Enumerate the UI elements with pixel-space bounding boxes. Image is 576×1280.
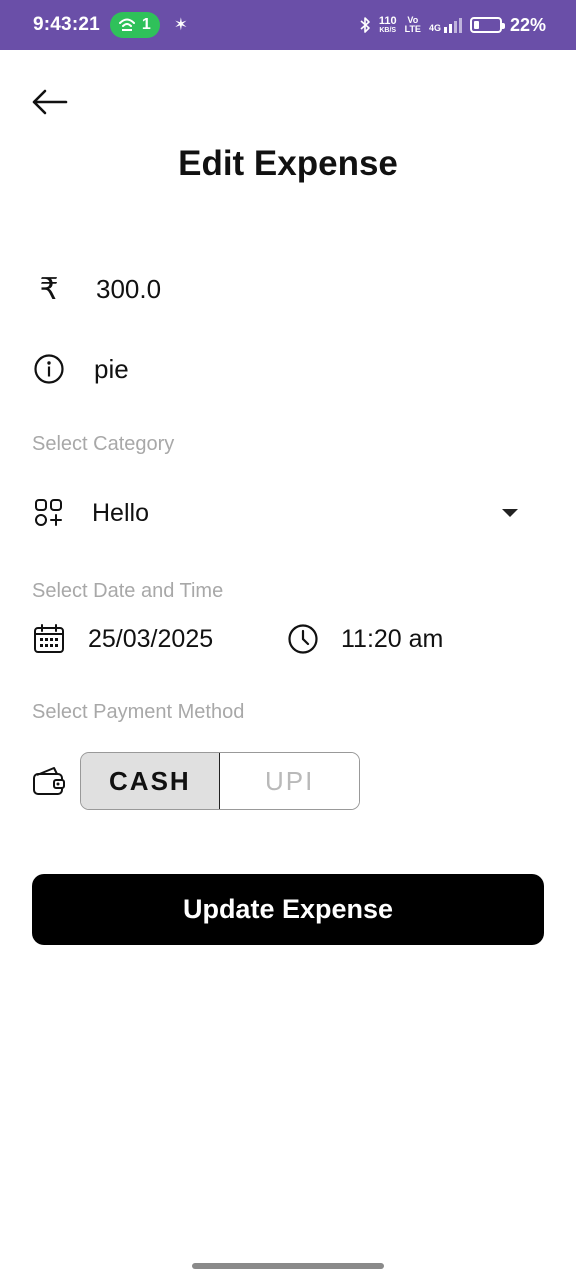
- signal-indicator: 4G: [429, 17, 462, 33]
- network-type: 4G: [428, 23, 441, 33]
- status-time: 9:43:21: [33, 14, 100, 35]
- battery-icon: [469, 17, 505, 33]
- hotspot-badge: 1: [109, 12, 160, 38]
- time-value: 11:20 am: [341, 624, 444, 653]
- rupee-icon: ₹: [39, 272, 59, 306]
- volte-indicator: Vo LTE: [405, 16, 421, 34]
- date-picker[interactable]: 25/03/2025: [32, 622, 213, 656]
- battery-indicator: 22%: [469, 14, 546, 36]
- net-speed-value: 110: [378, 14, 397, 27]
- net-speed: 110 KB/S: [378, 14, 397, 35]
- datetime-label: Select Date and Time: [32, 580, 224, 602]
- amount-value[interactable]: 300.0: [96, 274, 161, 305]
- home-indicator[interactable]: [192, 1263, 384, 1269]
- bluetooth-icon: [360, 17, 370, 33]
- caret-down-icon[interactable]: [502, 509, 518, 517]
- update-expense-button[interactable]: Update Expense: [32, 874, 544, 945]
- battery-percent: 22%: [509, 14, 546, 35]
- hotspot-icon: [118, 18, 135, 31]
- category-grid-icon: [32, 496, 66, 530]
- volte-bottom: LTE: [404, 24, 421, 34]
- back-button[interactable]: [30, 84, 74, 120]
- payment-method-row: CASH UPI: [32, 752, 360, 810]
- clock-icon: [286, 622, 320, 656]
- amount-field[interactable]: ₹ 300.0: [32, 272, 161, 306]
- note-value[interactable]: pie: [94, 354, 129, 385]
- status-right: 110 KB/S Vo LTE 4G 22%: [359, 15, 546, 36]
- calendar-icon: [32, 622, 66, 656]
- note-field[interactable]: pie: [32, 352, 129, 386]
- payment-label: Select Payment Method: [32, 701, 245, 723]
- net-speed-unit: KB/S: [379, 26, 397, 34]
- date-value: 25/03/2025: [88, 624, 214, 653]
- signal-bars-icon: [443, 18, 462, 33]
- arrow-left-icon: [32, 89, 68, 115]
- payment-toggle[interactable]: CASH UPI: [80, 752, 360, 810]
- payment-option-cash[interactable]: CASH: [81, 753, 221, 809]
- notification-sparkle-icon: ✶: [173, 15, 189, 34]
- payment-option-upi[interactable]: UPI: [220, 753, 359, 809]
- category-label: Select Category: [32, 433, 175, 455]
- info-icon: [32, 352, 66, 386]
- category-select[interactable]: Hello: [32, 496, 518, 530]
- battery-fill: [473, 21, 480, 29]
- page-title: Edit Expense: [178, 144, 398, 183]
- hotspot-count: 1: [141, 16, 151, 33]
- wallet-icon: [32, 764, 66, 798]
- time-picker[interactable]: 11:20 am: [286, 622, 443, 656]
- category-selected: Hello: [92, 498, 149, 527]
- status-bar: 9:43:21 1 ✶ 110 KB/S Vo LTE 4G 22%: [0, 0, 576, 50]
